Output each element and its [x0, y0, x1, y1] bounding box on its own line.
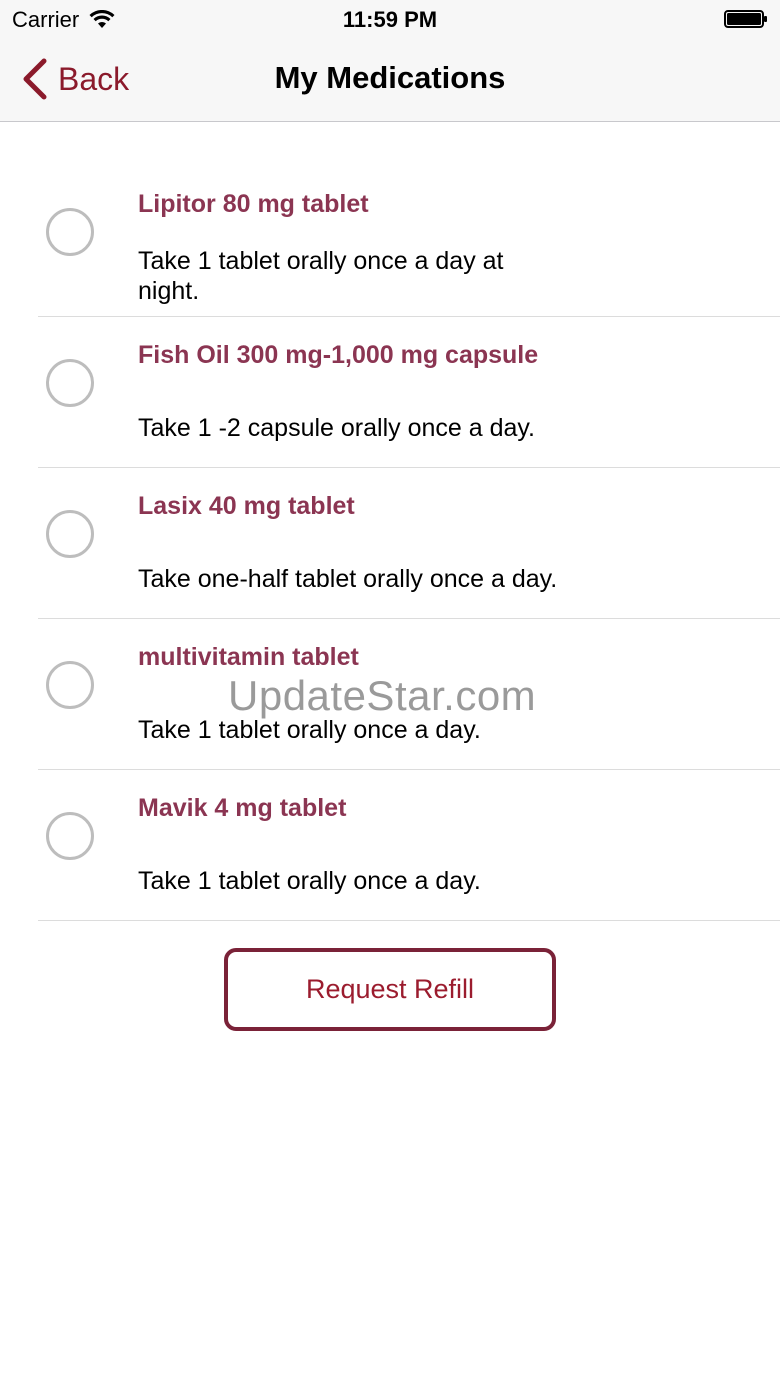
- medication-row[interactable]: Lipitor 80 mg tablet Take 1 tablet orall…: [38, 166, 780, 317]
- navigation-bar: Back My Medications: [0, 40, 780, 122]
- radio-button[interactable]: [46, 208, 94, 256]
- page-title: My Medications: [274, 60, 506, 95]
- radio-button[interactable]: [46, 661, 94, 709]
- medication-instructions: Take one-half tablet orally once a day.: [138, 565, 558, 593]
- medication-instructions: Take 1 tablet orally once a day.: [138, 867, 481, 895]
- medication-list: Lipitor 80 mg tablet Take 1 tablet orall…: [0, 166, 780, 921]
- medication-name: Lasix 40 mg tablet: [138, 492, 355, 520]
- medication-row[interactable]: multivitamin tablet Take 1 tablet orally…: [38, 619, 780, 770]
- medication-row[interactable]: Mavik 4 mg tablet Take 1 tablet orally o…: [38, 770, 780, 921]
- battery-icon: [724, 10, 767, 28]
- status-time: 11:59 PM: [342, 7, 438, 32]
- request-refill-button[interactable]: Request Refill: [224, 948, 556, 1031]
- status-bar: Carrier 11:59 PM: [0, 0, 780, 40]
- radio-button[interactable]: [46, 359, 94, 407]
- medication-name: Lipitor 80 mg tablet: [138, 190, 369, 218]
- medication-instructions: Take 1 tablet orally once a day at night…: [138, 247, 504, 305]
- medication-name: Mavik 4 mg tablet: [138, 794, 347, 822]
- medication-row[interactable]: Fish Oil 300 mg-1,000 mg capsule Take 1 …: [38, 317, 780, 468]
- medication-instructions: Take 1 -2 capsule orally once a day.: [138, 414, 535, 442]
- medication-row[interactable]: Lasix 40 mg tablet Take one-half tablet …: [38, 468, 780, 619]
- radio-button[interactable]: [46, 812, 94, 860]
- medication-name: Fish Oil 300 mg-1,000 mg capsule: [138, 341, 539, 369]
- radio-button[interactable]: [46, 510, 94, 558]
- medication-name: multivitamin tablet: [138, 643, 359, 671]
- medication-instructions: Take 1 tablet orally once a day.: [138, 716, 481, 744]
